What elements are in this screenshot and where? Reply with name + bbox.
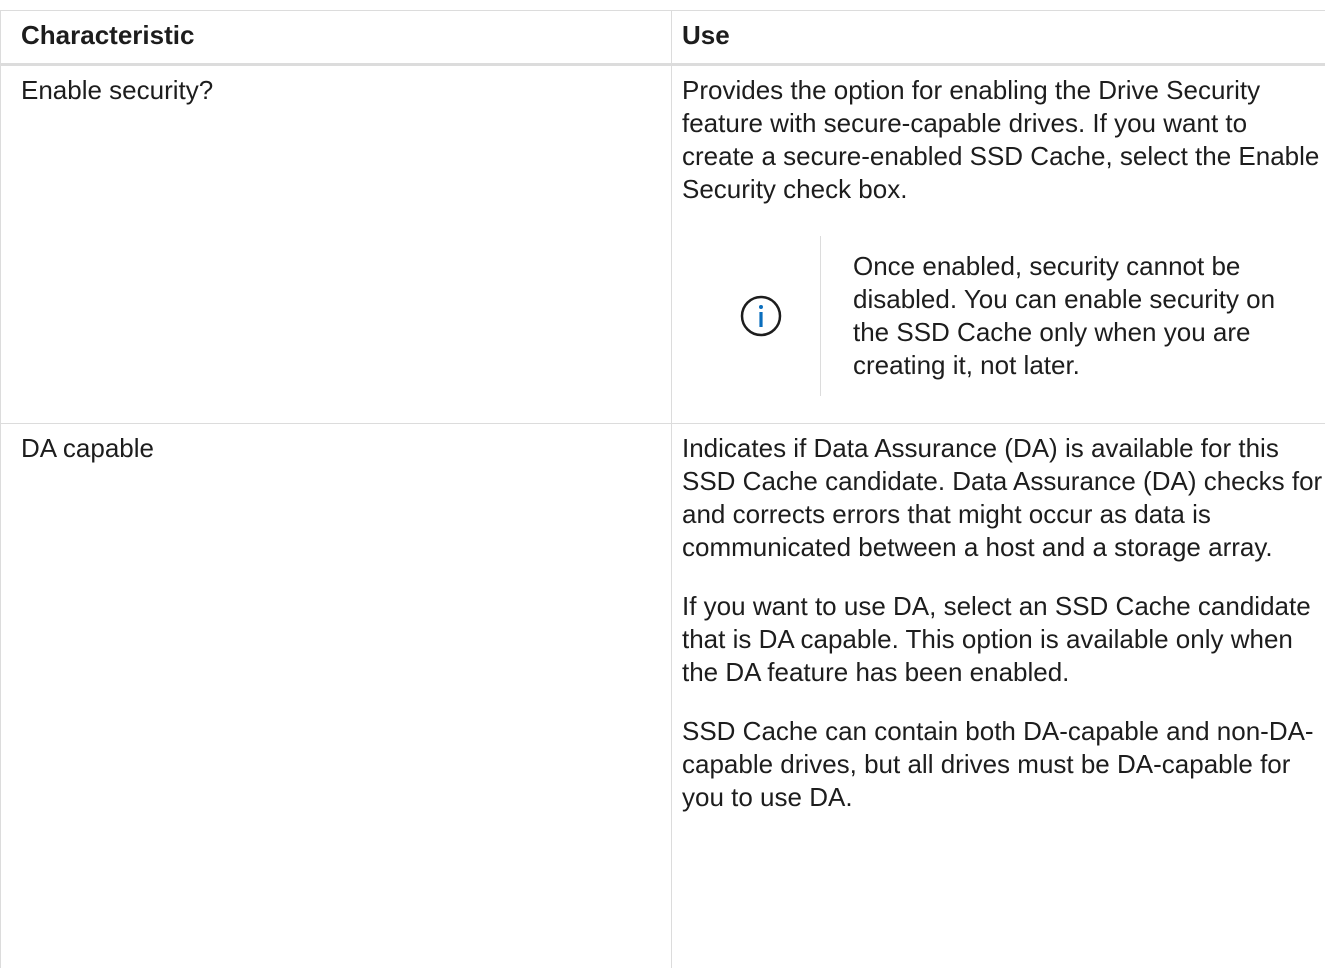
use-paragraph: Indicates if Data Assurance (DA) is avai… (682, 432, 1325, 564)
table-row: Enable security? Provides the option for… (1, 65, 1325, 424)
row-characteristic: DA capable (1, 424, 672, 968)
use-paragraph: Provides the option for enabling the Dri… (682, 74, 1325, 206)
note-text: Once enabled, security cannot be disable… (821, 236, 1303, 396)
row-characteristic: Enable security? (1, 65, 672, 424)
note-box: Once enabled, security cannot be disable… (682, 236, 1325, 396)
row-use: Indicates if Data Assurance (DA) is avai… (672, 424, 1325, 968)
use-paragraph: SSD Cache can contain both DA-capable an… (682, 715, 1325, 814)
characteristics-table: Characteristic Use Enable security? Prov… (0, 10, 1325, 968)
header-use: Use (672, 11, 1325, 65)
use-paragraph: If you want to use DA, select an SSD Cac… (682, 590, 1325, 689)
note-icon-column (682, 236, 821, 396)
header-characteristic: Characteristic (1, 11, 672, 65)
header-row: Characteristic Use (1, 11, 1325, 65)
info-icon (739, 294, 783, 338)
table-row: DA capable Indicates if Data Assurance (… (1, 424, 1325, 968)
row-use: Provides the option for enabling the Dri… (672, 65, 1325, 424)
